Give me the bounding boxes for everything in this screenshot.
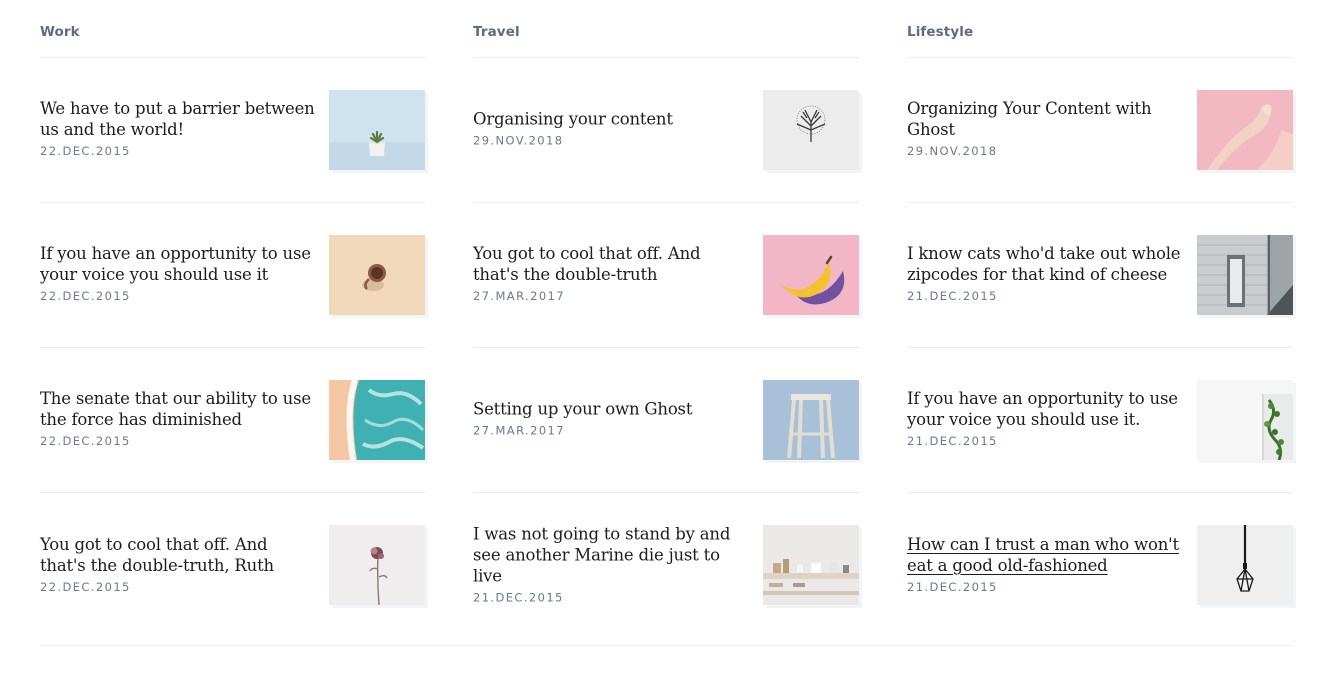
post-title[interactable]: Organising your content [473,109,748,130]
post-text: I know cats who'd take out whole zipcode… [907,243,1182,303]
kitchen-shelf-image[interactable] [763,525,859,605]
post-card[interactable]: You got to cool that off. And that's the… [40,493,425,638]
pendant-lamp-image[interactable] [1197,525,1293,605]
succulent-pot-image[interactable] [329,90,425,170]
post-title[interactable]: If you have an opportunity to use your v… [40,243,315,285]
post-date: 22.DEC.2015 [40,289,131,303]
post-title[interactable]: If you have an opportunity to use your v… [907,388,1182,430]
column-title[interactable]: Travel [473,0,859,58]
post-date: 22.DEC.2015 [40,579,131,594]
post-text: If you have an opportunity to use your v… [907,388,1182,448]
post-text: Organizing Your Content with Ghost 29.NO… [907,98,1182,158]
post-card[interactable]: If you have an opportunity to use your v… [40,203,425,348]
post-card[interactable]: You got to cool that off. And that's the… [473,203,859,348]
post-text: You got to cool that off. And that's the… [473,243,748,303]
column-title[interactable]: Work [40,0,425,58]
post-title[interactable]: I know cats who'd take out whole zipcode… [907,243,1182,285]
wooden-stool-image[interactable] [763,380,859,460]
post-date: 22.DEC.2015 [40,144,131,158]
post-date: 29.NOV.2018 [907,144,998,158]
post-date: 22.DEC.2015 [40,434,131,448]
bare-tree-image[interactable] [763,90,859,170]
post-card[interactable]: The senate that our ability to use the f… [40,348,425,493]
post-title[interactable]: Organizing Your Content with Ghost [907,98,1182,140]
building-door-image[interactable] [1197,235,1293,315]
ocean-waves-image[interactable] [329,380,425,460]
post-date: 27.MAR.2017 [473,423,565,438]
post-grid: Work We have to put a barrier between us… [40,0,1293,646]
post-card[interactable]: If you have an opportunity to use your v… [907,348,1293,493]
column-title[interactable]: Lifestyle [907,0,1293,58]
post-date: 21.DEC.2015 [907,289,998,303]
post-text: Setting up your own Ghost 27.MAR.2017 [473,399,748,438]
post-text: How can I trust a man who won't eat a go… [907,534,1182,594]
post-text: The senate that our ability to use the f… [40,388,315,448]
post-title[interactable]: The senate that our ability to use the f… [40,388,315,430]
banana-image[interactable] [763,235,859,315]
column-travel: Travel Organising your content 29.NOV.20… [473,0,859,646]
post-title[interactable]: You got to cool that off. And that's the… [40,534,315,576]
post-card[interactable]: Setting up your own Ghost 27.MAR.2017 [473,348,859,493]
post-text: We have to put a barrier between us and … [40,98,315,158]
post-card[interactable]: We have to put a barrier between us and … [40,58,425,203]
post-card[interactable]: I know cats who'd take out whole zipcode… [907,203,1293,348]
post-date: 21.DEC.2015 [473,590,564,604]
post-card[interactable]: Organizing Your Content with Ghost 29.NO… [907,58,1293,203]
hands-pink-image[interactable] [1197,90,1293,170]
post-date: 27.MAR.2017 [473,289,565,303]
post-title[interactable]: We have to put a barrier between us and … [40,98,315,140]
post-text: I was not going to stand by and see anot… [473,523,748,604]
post-text: If you have an opportunity to use your v… [40,243,315,303]
post-date: 29.NOV.2018 [473,133,564,148]
post-text: Organising your content 29.NOV.2018 [473,109,748,148]
coffee-cup-image[interactable] [329,235,425,315]
post-title[interactable]: How can I trust a man who won't eat a go… [907,534,1182,576]
column-work: Work We have to put a barrier between us… [40,0,425,646]
post-card[interactable]: How can I trust a man who won't eat a go… [907,493,1293,638]
ivy-window-image[interactable] [1197,380,1293,460]
column-lifestyle: Lifestyle Organizing Your Content with G… [907,0,1293,646]
post-title[interactable]: I was not going to stand by and see anot… [473,523,748,586]
dried-flower-image[interactable] [329,525,425,605]
post-date: 21.DEC.2015 [907,579,998,594]
post-card[interactable]: I was not going to stand by and see anot… [473,493,859,638]
post-text: You got to cool that off. And that's the… [40,534,315,594]
post-title[interactable]: You got to cool that off. And that's the… [473,243,748,285]
post-date: 21.DEC.2015 [907,434,998,448]
post-card[interactable]: Organising your content 29.NOV.2018 [473,58,859,203]
post-title[interactable]: Setting up your own Ghost [473,399,748,420]
